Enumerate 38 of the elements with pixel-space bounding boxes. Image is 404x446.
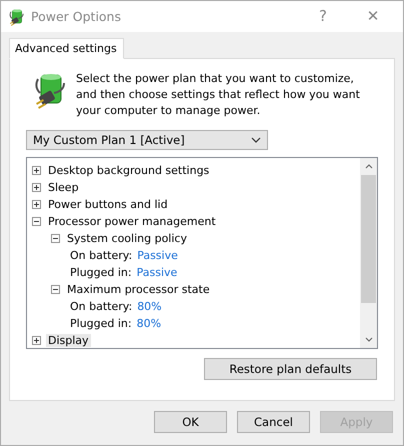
- setting-label: On battery:: [70, 300, 132, 313]
- setting-value-link[interactable]: 80%: [136, 316, 162, 330]
- battery-plug-icon: [34, 72, 68, 109]
- plan-dropdown[interactable]: My Custom Plan 1 [Active]: [26, 130, 268, 150]
- chevron-down-icon[interactable]: [364, 336, 372, 342]
- expand-icon[interactable]: [32, 336, 41, 345]
- help-button[interactable]: ?: [301, 1, 345, 32]
- tree-item[interactable]: Processor power management: [46, 214, 218, 228]
- dialog-button[interactable]: OK: [154, 410, 227, 433]
- collapse-icon[interactable]: [51, 234, 60, 243]
- restore-defaults-button[interactable]: Restore plan defaults: [204, 358, 377, 380]
- tree-item[interactable]: Desktop background settings: [46, 164, 212, 177]
- tree-item[interactable]: System cooling policy: [65, 232, 189, 245]
- setting-value-link[interactable]: 80%: [137, 300, 162, 313]
- expand-icon[interactable]: [32, 200, 41, 209]
- collapse-icon[interactable]: [51, 284, 60, 294]
- setting-label: Plugged in:: [70, 266, 132, 279]
- scrollbar-thumb[interactable]: [361, 174, 376, 303]
- scrollbar[interactable]: [360, 158, 377, 348]
- expand-icon[interactable]: [32, 166, 41, 175]
- expand-icon[interactable]: [32, 182, 41, 192]
- tree-item[interactable]: Display: [46, 334, 91, 347]
- dialog-button[interactable]: Cancel: [237, 410, 310, 433]
- setting-value-link[interactable]: Passive: [136, 266, 178, 279]
- tree-item[interactable]: Power buttons and lid: [46, 198, 170, 211]
- tree-item[interactable]: Maximum processor state: [65, 282, 212, 296]
- setting-label: On battery:: [70, 248, 132, 262]
- window-title: Power Options: [31, 8, 122, 24]
- chevron-down-icon: [251, 136, 261, 143]
- chevron-up-icon[interactable]: [364, 164, 372, 169]
- battery-plug-icon: [9, 8, 25, 26]
- close-button[interactable]: ✕: [351, 1, 395, 32]
- intro-text: Select the power plan that you want to customize, and then choose settings that reflect how you want your computer to manage power.: [76, 70, 361, 119]
- collapse-icon[interactable]: [32, 216, 41, 226]
- tab[interactable]: Advanced settings: [9, 38, 124, 59]
- tree-item[interactable]: Sleep: [46, 180, 81, 194]
- setting-label: Plugged in:: [70, 316, 132, 330]
- setting-value-link[interactable]: Passive: [137, 248, 178, 262]
